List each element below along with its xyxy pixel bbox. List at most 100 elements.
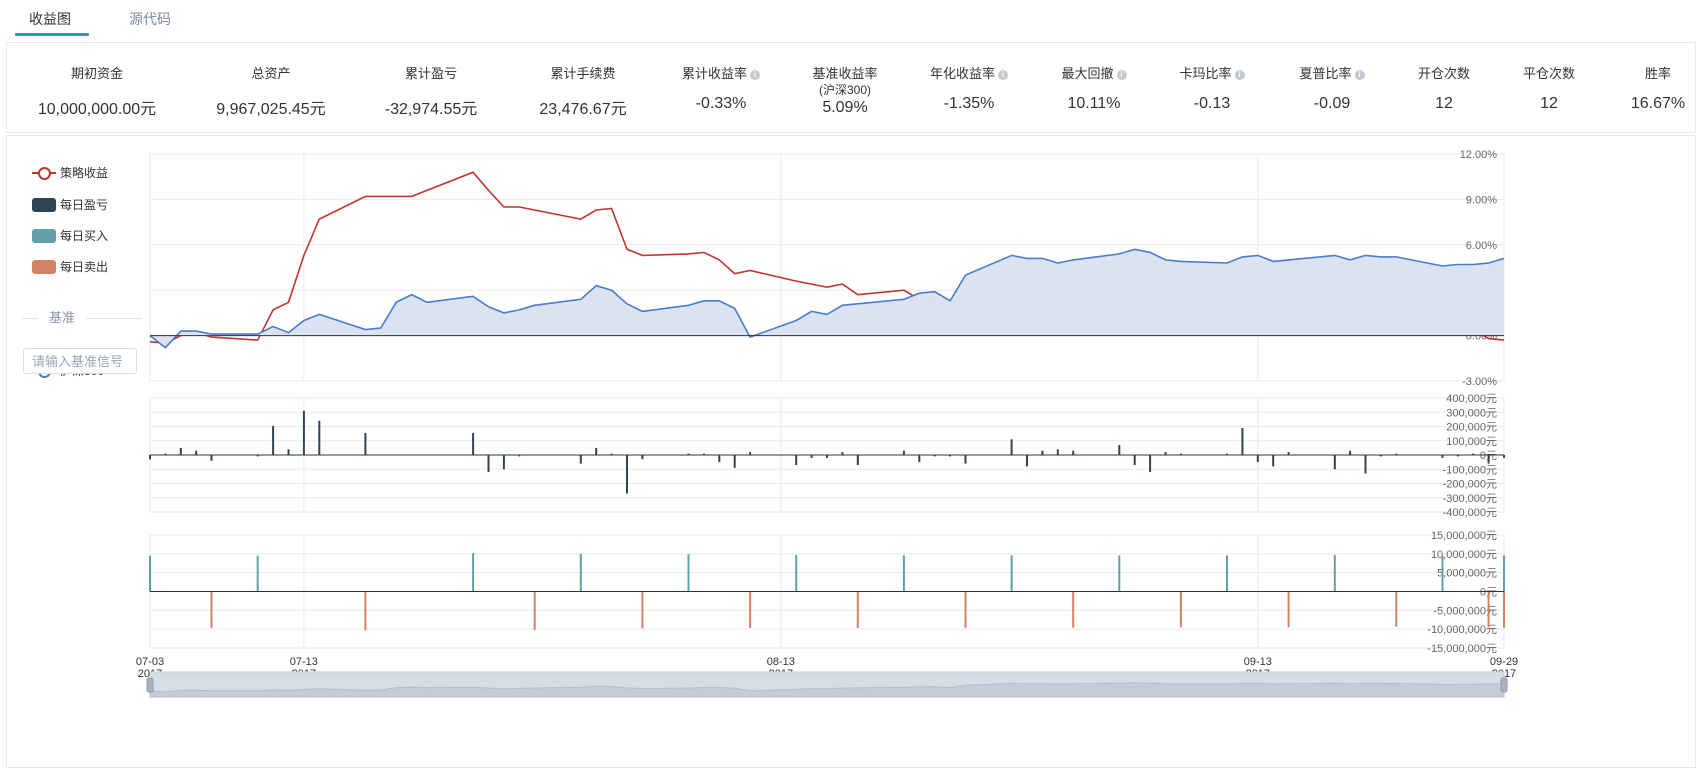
bar-daily_trades [1118,555,1121,592]
bar-daily_pnl [1041,450,1044,455]
bar-daily_trades [856,591,859,628]
bar-daily_pnl [1010,439,1013,455]
bar-daily_trades [749,591,752,628]
bar-daily_pnl [1149,455,1152,473]
bar-daily_pnl [318,420,321,455]
bar-daily_pnl [1256,455,1259,463]
bar-daily_trades [687,554,690,592]
bar-daily_pnl [149,455,151,460]
bar-daily_trades [1503,591,1505,628]
bar-daily_trades [902,555,905,592]
bar-daily_pnl [964,455,967,464]
y-tick-label: 10,000,000元 [1431,549,1497,561]
y-tick-label: 6.00% [1466,240,1497,252]
bar-daily_pnl [902,450,905,455]
y-tick-label: -3.00% [1462,376,1497,388]
legend-circle-icon [38,167,51,180]
bar-daily_pnl [487,455,490,473]
bar-daily_trades [364,591,367,631]
x-tick-label: 07-13 [290,656,318,668]
bar-daily_pnl [179,447,182,455]
y-tick-label: -200,000元 [1443,479,1497,491]
y-tick-label: -400,000元 [1443,507,1497,519]
legend-label: 策略收益 [60,166,109,180]
y-tick-label: -5,000,000元 [1433,605,1497,617]
bar-daily_pnl [210,455,213,461]
bar-daily_trades [1441,555,1444,592]
bar-daily_trades [256,555,259,592]
legend-label: 每日买入 [60,229,109,243]
y-tick-label: -15,000,000元 [1427,643,1497,655]
bar-daily_pnl [1487,455,1490,464]
bar-daily_pnl [795,455,798,465]
legend-box-marker [32,229,56,243]
y-tick-label: 5,000,000元 [1437,568,1497,580]
bar-daily_pnl [1072,450,1075,455]
bar-daily_pnl [1056,449,1059,455]
bar-daily_pnl [1118,445,1121,455]
bar-daily_pnl [918,455,921,463]
legend-box-marker [32,260,56,274]
y-tick-label: -300,000元 [1443,493,1497,505]
x-tick-label: 09-13 [1244,656,1272,668]
bar-daily_trades [210,591,213,628]
bar-daily_trades [795,555,798,592]
bar-daily_trades [1072,591,1075,628]
bar-daily_trades [1179,591,1182,628]
bar-daily_pnl [302,410,305,455]
bar-daily_pnl [579,455,582,464]
bar-daily_pnl [502,455,505,470]
bar-daily_trades [533,591,536,630]
bar-daily_trades [579,553,582,592]
bar-daily_pnl [472,432,475,455]
bar-daily_pnl [364,432,367,455]
benchmark-signal-input[interactable] [23,348,137,374]
bar-daily_pnl [641,455,644,460]
bar-daily_pnl [626,455,628,494]
legend-label: 每日卖出 [60,260,109,274]
bar-daily_pnl [287,449,290,455]
y-tick-label: 15,000,000元 [1431,530,1497,542]
y-tick-label: 300,000元 [1446,407,1497,419]
bar-daily_pnl [1133,455,1136,465]
benchmark-section-title: 基准 [22,310,142,326]
y-tick-label: -10,000,000元 [1427,624,1497,636]
bar-daily_trades [964,591,967,628]
bar-daily_trades [1287,591,1290,628]
bar-daily_pnl [1364,455,1367,474]
benchmark-divider-right [86,318,142,319]
benchmark-area [150,249,1504,348]
bar-daily_pnl [1272,455,1275,467]
legend-box-marker [32,198,56,212]
y-tick-label: 100,000元 [1446,436,1497,448]
bar-daily_trades [1010,555,1013,592]
bar-daily_pnl [272,425,275,455]
bar-daily_pnl [733,455,736,468]
x-tick-label: 07-03 [136,656,164,668]
x-tick-label: 08-13 [767,656,795,668]
benchmark-title-text: 基准 [48,310,75,325]
bar-daily_trades [1395,591,1398,627]
x-tick-label: 09-29 [1490,656,1518,668]
bar-daily_pnl [1026,455,1028,467]
y-tick-label: 9.00% [1466,194,1497,206]
benchmark-divider-left [22,318,38,319]
zoom-handle-left-icon[interactable] [146,677,154,693]
bar-daily_pnl [718,455,721,463]
bar-daily_trades [472,553,475,592]
y-tick-label: 200,000元 [1446,422,1497,434]
bar-daily_pnl [856,455,859,465]
bar-daily_trades [641,591,644,629]
bar-daily_trades [1487,591,1490,628]
performance-chart: 12.00%9.00%6.00%3.00%0.00%-3.00%400,000元… [136,149,1518,698]
bar-daily_pnl [1333,455,1336,470]
bar-daily_pnl [1241,427,1244,455]
bar-daily_trades [149,555,151,592]
zoom-handle-right-icon[interactable] [1500,677,1508,693]
bar-daily_pnl [195,450,198,455]
y-tick-label: 400,000元 [1446,393,1497,405]
y-tick-label: -100,000元 [1443,464,1497,476]
bar-daily_pnl [1349,450,1352,455]
bar-daily_trades [1226,555,1228,592]
bar-daily_trades [1333,555,1336,592]
